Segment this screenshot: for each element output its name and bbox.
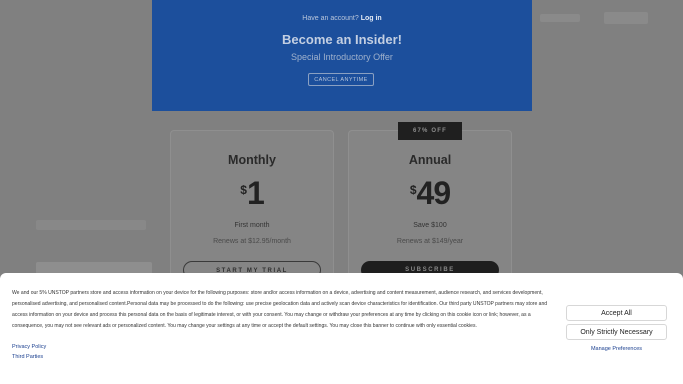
price-amount: 1 [246, 175, 265, 211]
third-parties-link[interactable]: Third Parties [12, 354, 43, 360]
have-account-text: Have an account? [302, 15, 359, 22]
plan-renewal: Renews at $149/year [396, 238, 464, 245]
currency-symbol: $ [240, 183, 247, 197]
cookie-consent-banner: We and our 5% UNSTOP partners store and … [0, 273, 683, 384]
annual-plan-card: Annual $49 Save $100 Renews at $149/year… [348, 130, 512, 290]
hero-subtitle: Special Introductory Offer [291, 52, 393, 62]
discount-badge: 67% OFF [398, 122, 462, 140]
cancel-anytime-tag: CANCEL ANYTIME [308, 73, 374, 86]
plan-note: First month [234, 222, 270, 229]
plan-price: $49 [349, 175, 511, 212]
background-heading [36, 220, 146, 230]
login-link[interactable]: Log in [361, 15, 382, 22]
background-nav-item [540, 14, 580, 22]
monthly-plan-card: Monthly $1 First month Renews at $12.95/… [170, 130, 334, 290]
strictly-necessary-button[interactable]: Only Strictly Necessary [566, 324, 667, 340]
plan-note: Save $100 [413, 222, 447, 229]
manage-preferences-link[interactable]: Manage Preferences [566, 346, 667, 352]
plan-name: Monthly [228, 153, 276, 167]
plan-renewal: Renews at $12.95/month [213, 238, 291, 245]
plan-price: $1 [171, 175, 333, 212]
background-nav-button [604, 12, 648, 24]
insider-hero-banner: Have an account? Log in Become an Inside… [152, 0, 532, 111]
plan-name: Annual [408, 153, 452, 167]
privacy-policy-link[interactable]: Privacy Policy [12, 344, 46, 350]
consent-text: We and our 5% UNSTOP partners store and … [12, 290, 548, 329]
login-prompt: Have an account? Log in [152, 15, 532, 22]
hero-title: Become an Insider! [282, 32, 402, 47]
accept-all-button[interactable]: Accept All [566, 305, 667, 321]
currency-symbol: $ [409, 183, 417, 197]
price-amount: 49 [416, 175, 452, 211]
